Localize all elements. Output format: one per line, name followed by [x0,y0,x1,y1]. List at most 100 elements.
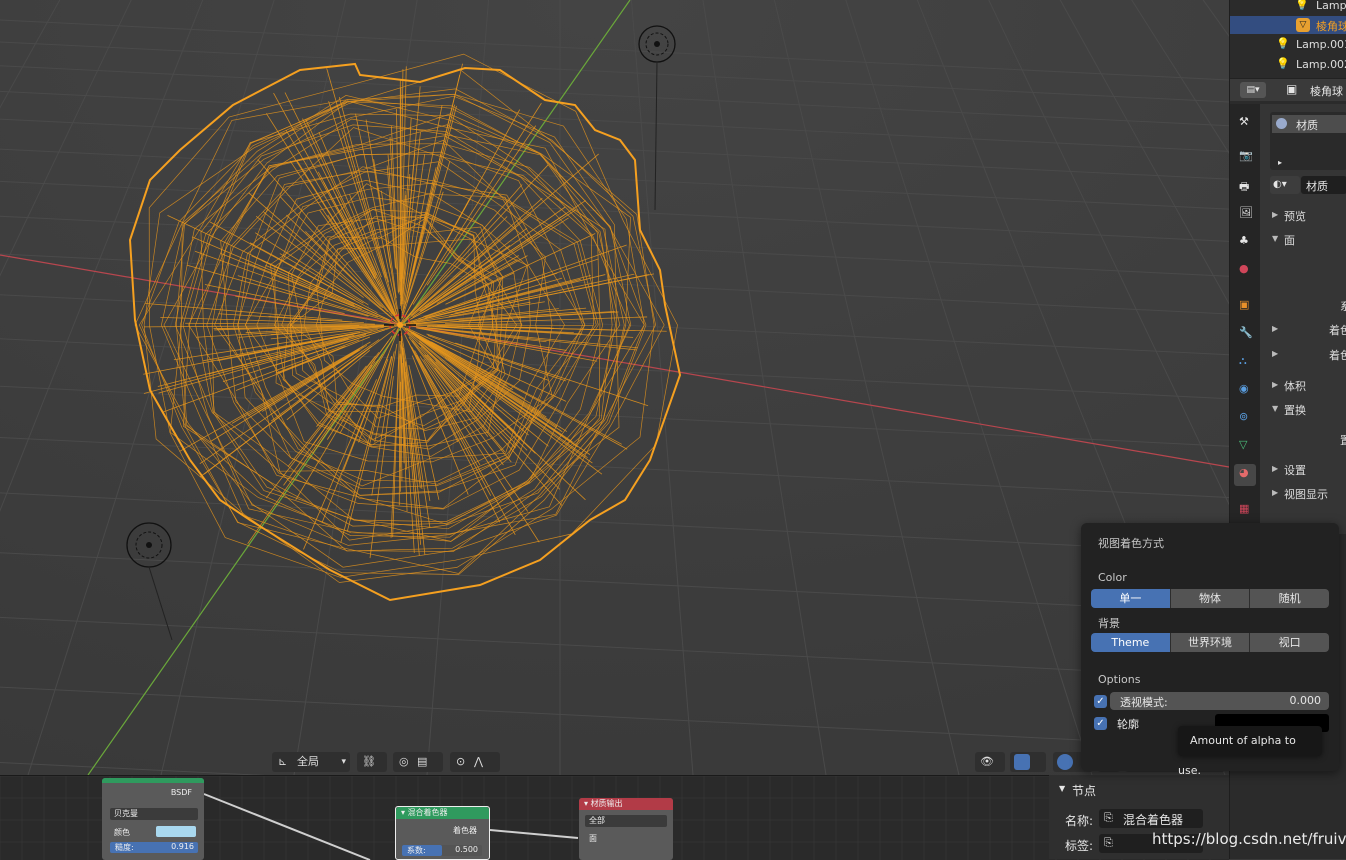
snap-icon: ◎ [399,752,409,772]
node-header [102,778,204,783]
tab-object[interactable]: ▣ [1234,296,1256,318]
xray-value: 0.000 [1290,694,1322,707]
snap-toggle[interactable]: ◎▤ [393,752,443,772]
tab-scene[interactable]: ♣ [1234,232,1256,254]
xray-checkbox[interactable]: ✓ [1094,695,1107,708]
outliner-item-label: 棱角球 [1316,18,1346,34]
eye-icon: 👁 [980,752,994,772]
falloff-icon: ⋀ [474,752,483,772]
background-section-label: 背景 [1098,615,1120,631]
overlays-icon [1057,754,1073,770]
tab-view-layer[interactable]: 🖼 [1234,204,1256,226]
outliner-item[interactable]: 💡 Lamp [1230,0,1346,15]
background-option-theme[interactable]: Theme [1091,633,1171,652]
popover-title: 视图着色方式 [1098,535,1164,551]
panel-preview[interactable]: 预览 [1284,208,1306,224]
node-header: ▾ 材质输出 [579,798,673,810]
expand-icon[interactable]: ▸ [1278,158,1282,167]
tab-constraints[interactable]: ⊚ [1234,408,1256,430]
tab-physics[interactable]: ◉ [1234,380,1256,402]
visibility-dropdown[interactable]: 👁 [975,752,1005,772]
material-slot-item[interactable]: 材质 [1272,115,1346,133]
panel-viewport-display[interactable]: 视图显示 [1284,486,1328,502]
collapsed-icon[interactable]: ▶ [1272,349,1278,358]
bsdf-node[interactable]: BSDF 贝克曼 颜色 糙度: 0.916 [102,778,204,860]
properties-tabs: ⚒ 📷 🖶 🖼 ♣ ● ▣ 🔧 ⛬ ◉ ⊚ ▽ ◕ ▦ [1230,104,1260,534]
3d-viewport[interactable]: ⊾ 全局 ▾ ⛓ ◎▤ ⊙⋀ 👁 ▾ [0,0,1229,775]
editor-type-dropdown[interactable]: ▤▾ [1240,82,1266,98]
snap-target-icon: ▤ [417,752,427,772]
panel-displacement[interactable]: 置换 [1284,402,1306,418]
options-section-label: Options [1098,673,1140,686]
factor-slider[interactable]: 系数: 0.500 [402,845,482,856]
constraint-icon: ⊚ [1239,410,1248,423]
outliner-item[interactable]: 💡 Lamp.001 [1230,36,1346,54]
image-icon: 🖼 [1239,206,1253,219]
tab-modifiers[interactable]: 🔧 [1234,324,1256,346]
color-option-single[interactable]: 单一 [1091,589,1171,608]
object-icon: ▣ [1239,298,1249,311]
mesh-data-icon: ▽ [1239,438,1247,451]
panel-settings[interactable]: 设置 [1284,462,1306,478]
node-name-field[interactable]: ⎘ 混合着色器 [1099,809,1203,828]
world-icon: ● [1239,262,1249,275]
target-dropdown[interactable]: 全部 [585,815,667,827]
node-icon: ⎘ [1104,811,1113,825]
material-slot-list[interactable]: 材质 ▸ [1270,112,1346,170]
mesh-icon: ▽ [1296,18,1310,32]
tab-tool[interactable]: ⚒ [1234,113,1256,135]
outline-checkbox[interactable]: ✓ [1094,717,1107,730]
outliner-item[interactable]: 💡 Lamp.002 [1230,56,1346,74]
gizmo-icon [1014,754,1030,770]
mix-shader-node[interactable]: ▾ 混合着色器 着色器 系数: 0.500 [395,806,490,860]
distribution-dropdown[interactable]: 贝克曼 [110,808,198,820]
material-browse-dropdown[interactable]: ◐▾ [1270,176,1300,194]
material-icon: ◕ [1239,466,1249,479]
tab-material[interactable]: ◕ [1234,464,1256,486]
scene-icon: ♣ [1239,234,1249,247]
gizmo-toggle[interactable] [1010,752,1046,772]
color-section-label: Color [1098,571,1127,584]
transform-orientation-dropdown[interactable]: ⊾ 全局 ▾ [272,752,350,772]
color-swatch[interactable] [156,826,196,837]
color-option-object[interactable]: 物体 [1171,589,1251,608]
printer-icon: 🖶 [1239,178,1249,197]
expanded-icon: ▼ [1272,234,1278,243]
node-label-label: 标签: [1065,837,1093,854]
tab-data[interactable]: ▽ [1234,436,1256,458]
outliner-item-selected[interactable]: ▽ 棱角球 [1230,16,1346,34]
tab-output[interactable]: 🖶 [1234,176,1256,198]
background-option-world[interactable]: 世界环境 [1171,633,1251,652]
node-icon: ⎘ [1104,836,1113,850]
outline-label: 轮廓 [1117,716,1139,732]
object-icon: ▣ [1286,82,1297,96]
pivot-point-dropdown[interactable]: ⛓ [357,752,387,772]
color-option-random[interactable]: 随机 [1250,589,1329,608]
watermark: https://blog.csdn.net/fruiva [1152,830,1346,848]
collapsed-icon: ▶ [1272,380,1278,389]
tab-world[interactable]: ● [1234,260,1256,282]
properties-header: ▤▾ ▣ 棱角球 [1230,78,1346,101]
tab-texture[interactable]: ▦ [1234,500,1256,522]
background-option-viewport[interactable]: 视口 [1250,633,1329,652]
proportional-edit-toggle[interactable]: ⊙⋀ [450,752,500,772]
outliner-item-label: Lamp [1316,0,1346,12]
distribution-value: 贝克曼 [114,809,138,818]
background-mode-segmented[interactable]: Theme 世界环境 视口 [1091,633,1329,652]
collapsed-icon[interactable]: ▶ [1272,324,1278,333]
proportional-icon: ⊙ [456,752,465,772]
color-mode-segmented[interactable]: 单一 物体 随机 [1091,589,1329,608]
panel-surface[interactable]: 面 [1284,232,1295,248]
roughness-slider[interactable]: 糙度: 0.916 [110,842,198,853]
viewport-canvas[interactable] [0,0,1229,775]
panel-volume[interactable]: 体积 [1284,378,1306,394]
tool-icon: ⚒ [1239,115,1249,128]
material-output-node[interactable]: ▾ 材质输出 全部 面 [579,798,673,860]
xray-alpha-slider[interactable]: 透视模式: 0.000 [1110,692,1329,710]
tab-render[interactable]: 📷 [1234,147,1256,169]
shader-node-editor[interactable]: BSDF 贝克曼 颜色 糙度: 0.916 ▾ 混合着色器 着色器 系数: 0.… [0,775,1229,860]
material-name-field[interactable]: 材质 [1301,176,1346,194]
tab-particles[interactable]: ⛬ [1234,352,1256,374]
node-panel-title[interactable]: 节点 [1072,782,1096,799]
surface-socket-label: 面 [589,833,597,844]
